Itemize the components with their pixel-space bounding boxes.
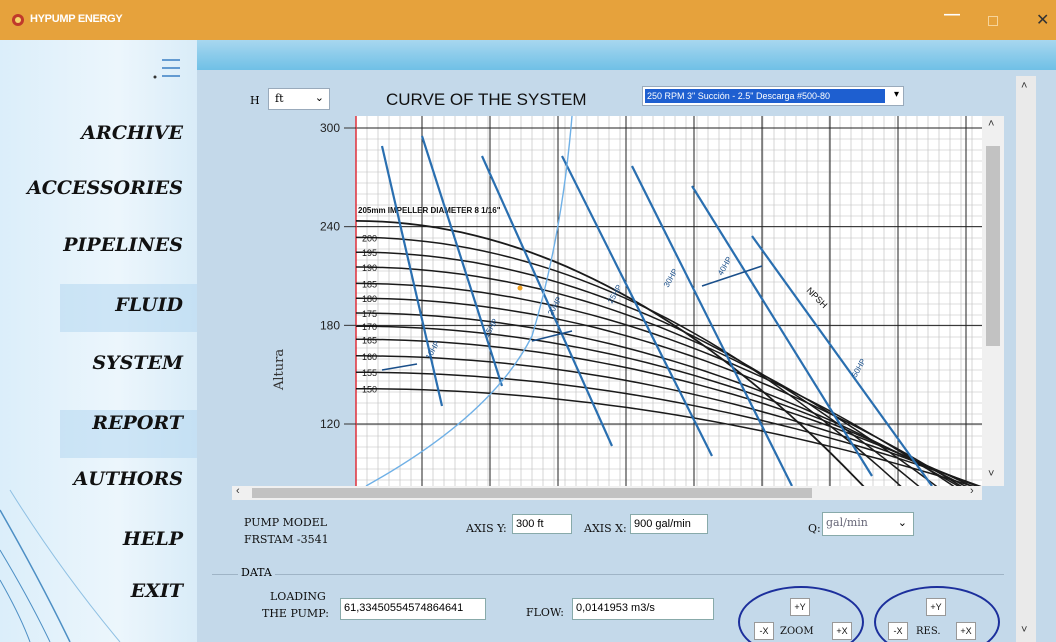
- zoom-minus-x-button[interactable]: -X: [754, 622, 774, 640]
- dropdown-arrow-icon: ▾: [893, 89, 899, 100]
- close-button[interactable]: ✕: [1036, 10, 1049, 30]
- sidebar-item-exit[interactable]: EXIT: [131, 580, 183, 602]
- scroll-thumb[interactable]: [986, 146, 1000, 346]
- loading-value-field[interactable]: 61,33450554574864641: [340, 598, 486, 620]
- sidebar-item-authors[interactable]: AUTHORS: [74, 468, 183, 490]
- unit-select-value: ft: [275, 92, 284, 105]
- minimize-button[interactable]: —: [944, 6, 960, 24]
- scroll-up-icon[interactable]: ˄: [1021, 80, 1027, 92]
- y-tick-label: 240: [320, 220, 340, 234]
- pump-model-value: FRSTAM -3541: [244, 533, 329, 546]
- scroll-left-icon[interactable]: ‹: [236, 485, 240, 497]
- operating-point: [517, 285, 523, 291]
- sidebar: ARCHIVE ACCESSORIES PIPELINES FLUID SYST…: [0, 40, 197, 642]
- scroll-thumb[interactable]: [252, 488, 812, 498]
- flow-unit-label: Q:: [808, 522, 821, 535]
- impeller-diameter-label: 150: [362, 385, 377, 395]
- scroll-down-icon[interactable]: ˅: [1021, 624, 1027, 636]
- sidebar-item-fluid[interactable]: FLUID: [115, 294, 183, 316]
- chart-horizontal-scrollbar[interactable]: ‹ ›: [232, 485, 982, 500]
- zoom-plus-y-button[interactable]: +Y: [790, 598, 810, 616]
- sidebar-item-report[interactable]: REPORT: [92, 412, 183, 434]
- scroll-up-icon[interactable]: ˄: [988, 118, 994, 130]
- impeller-diameter-label: 175: [362, 309, 377, 319]
- y-tick-label: 300: [320, 121, 340, 135]
- axis-x-input[interactable]: 900 gal/min: [630, 514, 708, 534]
- res-label: RES.: [916, 626, 941, 637]
- unit-select[interactable]: ft ⌄: [268, 88, 330, 110]
- flow-label: FLOW:: [526, 606, 565, 619]
- axis-y-input[interactable]: 300 ft: [512, 514, 572, 534]
- chart-vertical-scrollbar[interactable]: ˄ ˅: [982, 116, 1004, 486]
- chevron-down-icon: ⌄: [897, 516, 907, 529]
- flow-value-field[interactable]: 0,0141953 m3/s: [572, 598, 714, 620]
- pump-model-label: PUMP MODEL: [244, 516, 328, 529]
- impeller-diameter-label: 200: [362, 233, 377, 243]
- sidebar-item-pipelines[interactable]: PIPELINES: [63, 234, 183, 256]
- y-axis-label: Altura: [272, 348, 287, 390]
- scroll-right-icon[interactable]: ›: [970, 485, 974, 497]
- chart-title: CURVE OF THE SYSTEM: [386, 90, 587, 109]
- h-axis-label: H: [250, 94, 260, 107]
- loading-label-line2: THE PUMP:: [262, 607, 329, 620]
- impeller-diameter-label: 180: [362, 294, 377, 304]
- res-plus-y-button[interactable]: +Y: [926, 598, 946, 616]
- zoom-plus-x-button[interactable]: +X: [832, 622, 852, 640]
- axis-x-label: AXIS X:: [584, 522, 627, 535]
- zoom-label: ZOOM: [780, 626, 814, 637]
- sidebar-item-accessories[interactable]: ACCESSORIES: [27, 177, 183, 199]
- scroll-down-icon[interactable]: ˅: [988, 468, 994, 480]
- chart-area: 300 240 180 120 200 195 190 185 180 175 170 165 160 1…: [232, 116, 982, 486]
- chevron-down-icon: ⌄: [314, 91, 324, 104]
- top-banner: [197, 40, 1056, 70]
- flow-unit-select[interactable]: gal/min ⌄: [822, 512, 914, 536]
- sidebar-item-archive[interactable]: ARCHIVE: [81, 122, 183, 144]
- res-minus-x-button[interactable]: -X: [888, 622, 908, 640]
- impeller-max-label: 205mm IMPELLER DIAMETER 8 1/16": [358, 206, 501, 215]
- impeller-diameter-label: 170: [362, 322, 377, 332]
- maximize-button[interactable]: [988, 16, 998, 26]
- flow-unit-value: gal/min: [826, 516, 868, 529]
- app-title: HYPUMP ENERGY: [30, 13, 123, 25]
- menu-toggle-icon[interactable]: [150, 50, 184, 84]
- sidebar-item-help[interactable]: HELP: [123, 528, 183, 550]
- pump-curve-select[interactable]: 250 RPM 3" Succión - 2.5" Descarga #500-…: [642, 86, 904, 106]
- data-section-title: DATA: [238, 566, 275, 579]
- axis-y-label: AXIS Y:: [466, 522, 507, 535]
- sidebar-item-system[interactable]: SYSTEM: [92, 352, 183, 374]
- y-tick-label: 120: [320, 417, 340, 431]
- outer-vertical-scrollbar[interactable]: ˄ ˅: [1016, 76, 1036, 642]
- impeller-diameter-label: 185: [362, 279, 377, 289]
- title-bar: HYPUMP ENERGY — ✕: [0, 0, 1056, 40]
- res-plus-x-button[interactable]: +X: [956, 622, 976, 640]
- y-tick-label: 180: [320, 318, 340, 332]
- pump-curve-chart: 300 240 180 120 200 195 190 185 180 175 170 165 160 1…: [320, 116, 982, 486]
- impeller-diameter-label: 165: [362, 335, 377, 345]
- impeller-diameter-label: 195: [362, 248, 377, 258]
- impeller-diameter-label: 190: [362, 263, 377, 273]
- impeller-diameter-label: 160: [362, 352, 377, 362]
- impeller-diameter-label: 155: [362, 368, 377, 378]
- pump-select-value: 250 RPM 3" Succión - 2.5" Descarga #500-…: [645, 89, 885, 103]
- loading-label-line1: LOADING: [270, 590, 326, 603]
- app-logo-icon: [12, 14, 24, 26]
